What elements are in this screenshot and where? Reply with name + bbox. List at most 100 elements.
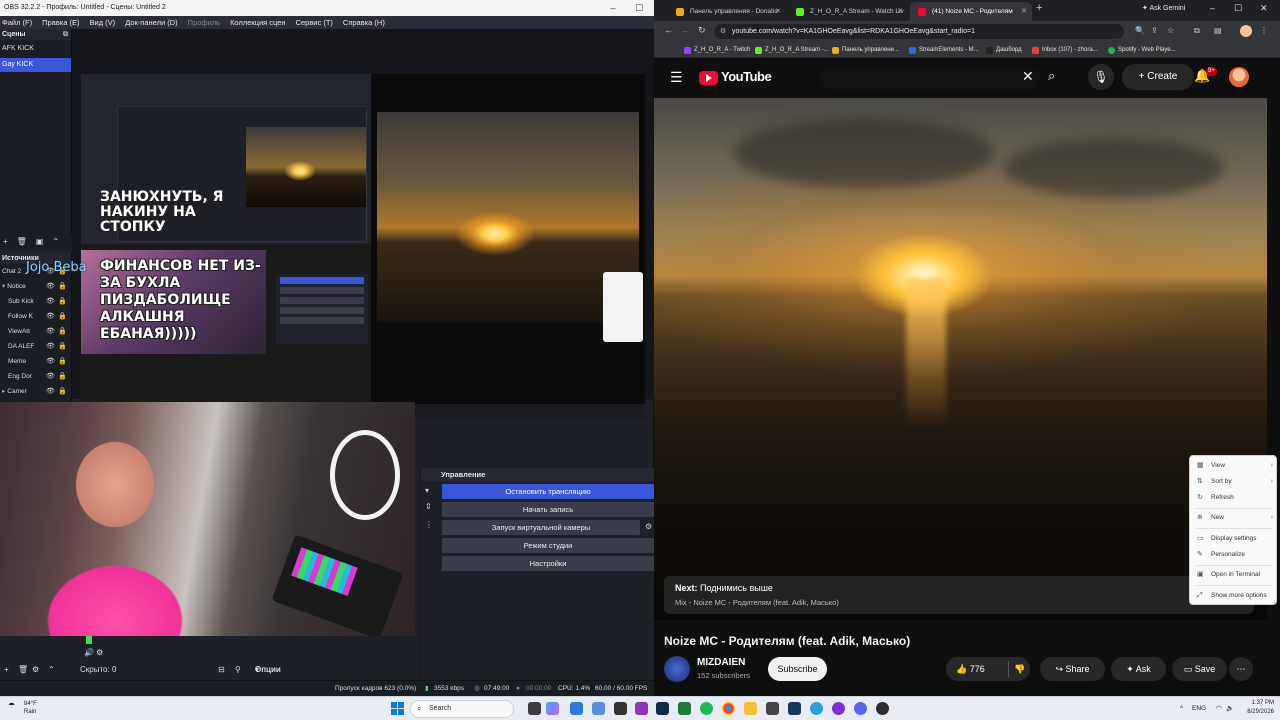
source-item[interactable]: DA ALEF 👁 🔒 — [0, 339, 71, 354]
obs-icon[interactable] — [876, 702, 889, 715]
search-icon[interactable]: ⌕ — [1048, 68, 1055, 84]
photoshop-icon[interactable] — [656, 702, 669, 715]
channel-avatar[interactable] — [664, 656, 690, 682]
mixer-settings-icon[interactable]: ⚙ — [96, 648, 103, 657]
bookmark-twitch[interactable]: Z_H_O_R_A - Twitch — [684, 42, 750, 58]
share-page-icon[interactable]: ⇪ — [1151, 26, 1158, 35]
eye-icon[interactable]: 👁 — [46, 354, 55, 369]
gear-icon[interactable]: ⚙ — [645, 522, 652, 531]
profile-avatar[interactable] — [1240, 25, 1252, 37]
bookmark-kick[interactable]: Z_H_O_R_A Stream -... — [755, 42, 829, 58]
grid-icon[interactable]: ⊟ — [218, 662, 225, 678]
spotify-icon[interactable] — [700, 702, 713, 715]
copilot-icon[interactable] — [546, 702, 559, 715]
maximize-icon[interactable]: ☐ — [626, 0, 652, 16]
close-icon[interactable]: ✕ — [1260, 3, 1268, 14]
extensions-icon[interactable]: ⧉ — [1194, 26, 1200, 36]
transition-icon[interactable]: ⚲ — [235, 662, 241, 678]
scene-item-gay-kick[interactable]: Gay KICK — [0, 58, 71, 72]
discord-icon[interactable] — [854, 702, 867, 715]
source-item[interactable]: Sub Kick 👁 🔒 — [0, 294, 71, 309]
forward-icon[interactable]: → — [680, 25, 689, 35]
menu-dots-icon[interactable]: ⋮ — [1260, 26, 1268, 35]
up-down-icon[interactable]: ⇕ — [425, 502, 432, 511]
lock-icon[interactable]: 🔒 — [58, 279, 67, 294]
ask-gemini-button[interactable]: ✦ Ask Gemini — [1142, 4, 1185, 12]
menu-profile[interactable]: Профиль — [188, 16, 220, 29]
undock-icon[interactable]: ⧉ — [63, 29, 68, 40]
menu-edit[interactable]: Правка (E) — [42, 16, 79, 29]
source-item[interactable]: Meme 👁 🔒 — [0, 354, 71, 369]
share-button[interactable]: ↪ Share — [1040, 657, 1105, 681]
maximize-icon[interactable]: ☐ — [1234, 3, 1242, 14]
subscribe-button[interactable]: Subscribe — [768, 657, 827, 681]
lock-icon[interactable]: 🔒 — [58, 309, 67, 324]
ctx-open-terminal[interactable]: ▣ Open in Terminal — [1190, 568, 1278, 582]
source-settings-icon[interactable]: ⚙ — [32, 662, 39, 678]
zoom-icon[interactable]: 🔍 — [1135, 26, 1145, 35]
more-vertical-icon[interactable]: ⋮ — [425, 520, 433, 529]
ctx-new[interactable]: ⊕ New › — [1190, 511, 1278, 525]
minimize-icon[interactable]: – — [1210, 3, 1215, 13]
lock-icon[interactable]: 🔒 — [58, 339, 67, 354]
hamburger-menu-icon[interactable]: ☰ — [670, 69, 683, 86]
reload-icon[interactable]: ↻ — [698, 25, 706, 36]
ctx-display-settings[interactable]: ▭ Display settings — [1190, 532, 1278, 546]
scene-up-icon[interactable]: ⌃ — [52, 235, 59, 249]
app-icon[interactable] — [832, 702, 845, 715]
bookmark-spotify[interactable]: Spotify - Web Playe... — [1108, 42, 1176, 58]
stop-stream-button[interactable]: Остановить трансляцию — [442, 484, 654, 499]
options-button[interactable]: Опции ▾ — [255, 662, 281, 678]
source-item[interactable]: ▸ Camer 👁 🔒 — [0, 384, 71, 399]
virtual-camera-button[interactable]: Запуск виртуальной камеры — [442, 520, 640, 535]
chevron-right-icon[interactable]: ▸ — [2, 388, 5, 395]
create-button[interactable]: + Create — [1122, 64, 1194, 90]
chevron-down-icon[interactable]: ▾ — [425, 486, 429, 495]
language-indicator[interactable]: ENG — [1192, 705, 1206, 712]
eye-icon[interactable]: 👁 — [46, 309, 55, 324]
telegram-icon[interactable] — [810, 702, 823, 715]
chevron-down-icon[interactable]: ▾ — [2, 283, 5, 290]
eye-icon[interactable]: 👁 — [46, 384, 55, 399]
ctx-show-more[interactable]: ⤢ Show more options — [1190, 589, 1278, 603]
sidebar-icon[interactable]: ▤ — [1214, 26, 1222, 35]
remove-source-icon[interactable]: 🗑 — [18, 662, 28, 678]
bookmark-star-icon[interactable]: ☆ — [1167, 26, 1174, 35]
close-icon[interactable]: ✕ — [897, 2, 903, 21]
ask-button[interactable]: ✦ Ask — [1111, 657, 1166, 681]
bookmark-donation[interactable]: Панель управлени... — [832, 42, 899, 58]
minimize-icon[interactable]: – — [600, 0, 626, 16]
eye-icon[interactable]: 👁 — [46, 279, 55, 294]
search-input[interactable] — [818, 66, 1040, 90]
eye-icon[interactable]: 👁 — [46, 369, 55, 384]
ctx-sort-by[interactable]: ⇅ Sort by › — [1190, 475, 1278, 489]
menu-help[interactable]: Справка (H) — [343, 16, 385, 29]
source-up-icon[interactable]: ⌃ — [48, 662, 55, 678]
lock-icon[interactable]: 🔒 — [58, 369, 67, 384]
clear-search-icon[interactable]: ✕ — [1022, 68, 1034, 85]
task-view-icon[interactable] — [528, 702, 541, 715]
more-actions-icon[interactable]: ⋯ — [1229, 657, 1253, 681]
ctx-view[interactable]: ▦ View › — [1190, 459, 1278, 473]
menu-scene-collection[interactable]: Коллекция сцен — [230, 16, 286, 29]
menu-tools[interactable]: Сервис (T) — [296, 16, 333, 29]
lock-icon[interactable]: 🔒 — [58, 354, 67, 369]
eye-icon[interactable]: 👁 — [46, 324, 55, 339]
bookmark-streamelements[interactable]: StreamElements - M... — [909, 42, 979, 58]
app-icon[interactable] — [766, 702, 779, 715]
taskbar-search[interactable]: ⌕ Search — [410, 700, 514, 718]
menu-view[interactable]: Вид (V) — [90, 16, 116, 29]
settings-button[interactable]: Настройки — [442, 556, 654, 571]
taskbar-clock[interactable]: 1:37 PM 8/29/2026 — [1238, 699, 1274, 717]
back-icon[interactable]: ← — [664, 25, 673, 35]
bookmark-dashboard[interactable]: Дашборд — [986, 42, 1022, 58]
new-tab-icon[interactable]: + — [1036, 2, 1042, 14]
volume-icon[interactable]: 🔈 — [1226, 704, 1234, 712]
scene-item-afk-kick[interactable]: AFK KICK — [0, 42, 71, 56]
account-avatar[interactable] — [1229, 67, 1249, 87]
chrome-icon[interactable] — [722, 702, 735, 715]
tab-kick-stream[interactable]: Z_H_O_R_A Stream - Watch Liv ✕ — [788, 2, 908, 21]
eye-icon[interactable]: 👁 — [46, 339, 55, 354]
wifi-icon[interactable]: ◠ — [1216, 704, 1222, 712]
add-source-icon[interactable]: + — [4, 662, 9, 678]
